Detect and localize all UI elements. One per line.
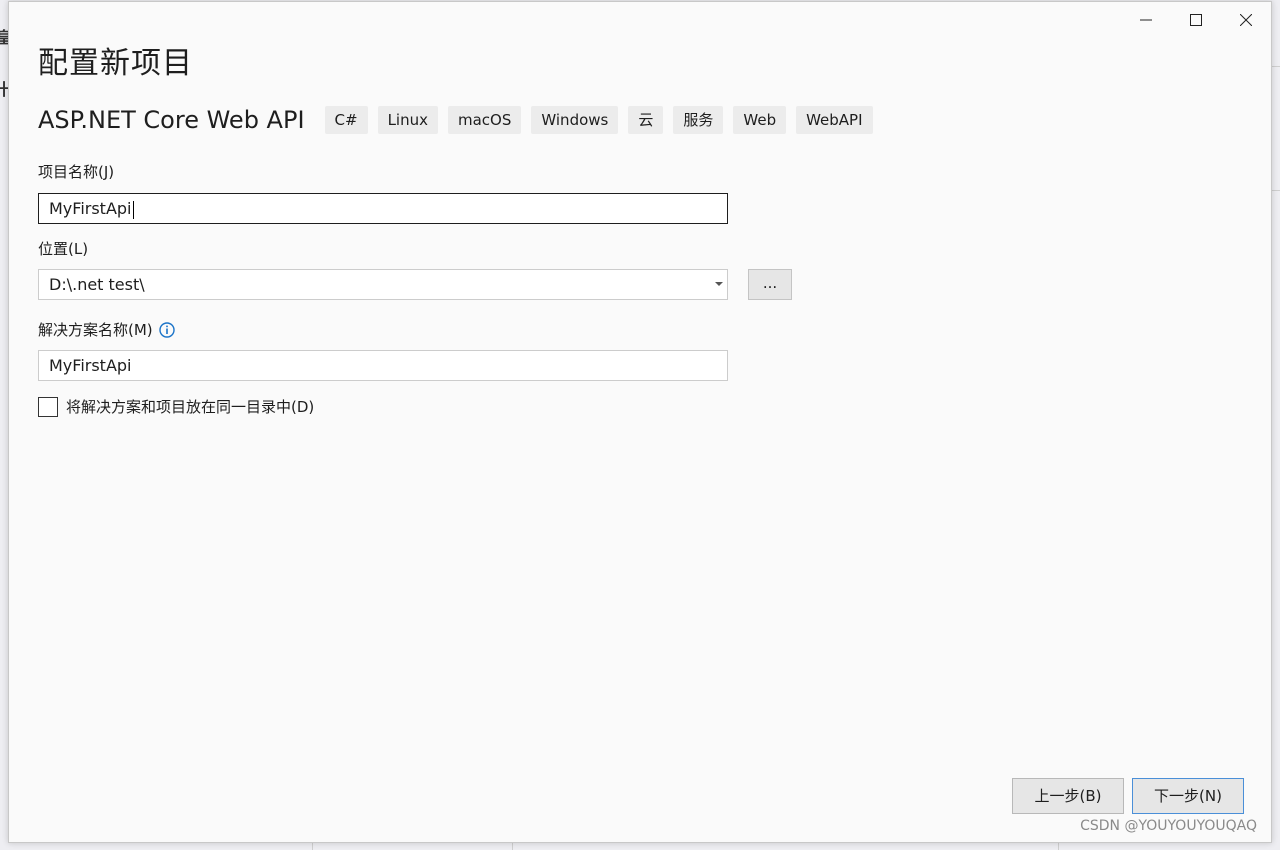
close-button[interactable] bbox=[1221, 2, 1271, 38]
tag: macOS bbox=[448, 106, 522, 134]
template-name: ASP.NET Core Web API bbox=[38, 106, 305, 134]
tag: Linux bbox=[377, 106, 438, 134]
location-label: 位置(L) bbox=[38, 240, 89, 258]
solution-name-input[interactable]: MyFirstApi bbox=[38, 350, 728, 381]
background-divider bbox=[1058, 842, 1059, 850]
location-combobox[interactable]: D:\.net test\ bbox=[38, 269, 728, 300]
location-value: D:\.net test\ bbox=[49, 275, 145, 294]
browse-button[interactable]: ... bbox=[748, 269, 792, 300]
minimize-button[interactable] bbox=[1121, 2, 1171, 38]
minimize-icon bbox=[1140, 19, 1152, 21]
maximize-button[interactable] bbox=[1171, 2, 1221, 38]
background-divider bbox=[1272, 190, 1280, 191]
template-tags: C# Linux macOS Windows 云 服务 Web WebAPI bbox=[324, 106, 873, 134]
tag: Web bbox=[733, 106, 787, 134]
tag: 云 bbox=[628, 106, 664, 134]
background-divider bbox=[312, 842, 313, 850]
tag: C# bbox=[324, 106, 368, 134]
solution-name-label: 解决方案名称(M) bbox=[38, 321, 153, 339]
project-name-value: MyFirstApi bbox=[49, 199, 132, 218]
text-caret bbox=[132, 200, 134, 219]
configure-project-dialog: 配置新项目 ASP.NET Core Web API C# Linux macO… bbox=[8, 1, 1272, 843]
close-icon bbox=[1240, 14, 1252, 26]
info-icon[interactable] bbox=[158, 321, 175, 338]
tag: Windows bbox=[531, 106, 619, 134]
watermark: CSDN @YOUYOUYOUQAQ bbox=[1080, 818, 1257, 834]
same-directory-checkbox[interactable] bbox=[38, 396, 58, 417]
background-divider bbox=[1272, 66, 1280, 67]
page-title: 配置新项目 bbox=[38, 46, 193, 81]
same-directory-label: 将解决方案和项目放在同一目录中(D) bbox=[66, 398, 315, 416]
same-directory-option[interactable]: 将解决方案和项目放在同一目录中(D) bbox=[38, 396, 314, 417]
next-button[interactable]: 下一步(N) bbox=[1132, 778, 1244, 814]
project-name-label: 项目名称(J) bbox=[38, 163, 115, 181]
chevron-down-icon[interactable] bbox=[715, 282, 723, 286]
solution-name-value: MyFirstApi bbox=[49, 356, 132, 375]
solution-name-label-row: 解决方案名称(M) bbox=[38, 319, 175, 340]
background-divider bbox=[512, 842, 513, 850]
maximize-icon bbox=[1190, 14, 1202, 26]
template-info: ASP.NET Core Web API C# Linux macOS Wind… bbox=[38, 106, 873, 134]
back-button[interactable]: 上一步(B) bbox=[1012, 778, 1124, 814]
project-name-input[interactable]: MyFirstApi bbox=[38, 193, 728, 224]
window-controls bbox=[1121, 2, 1271, 38]
tag: 服务 bbox=[673, 106, 724, 134]
tag: WebAPI bbox=[796, 106, 873, 134]
